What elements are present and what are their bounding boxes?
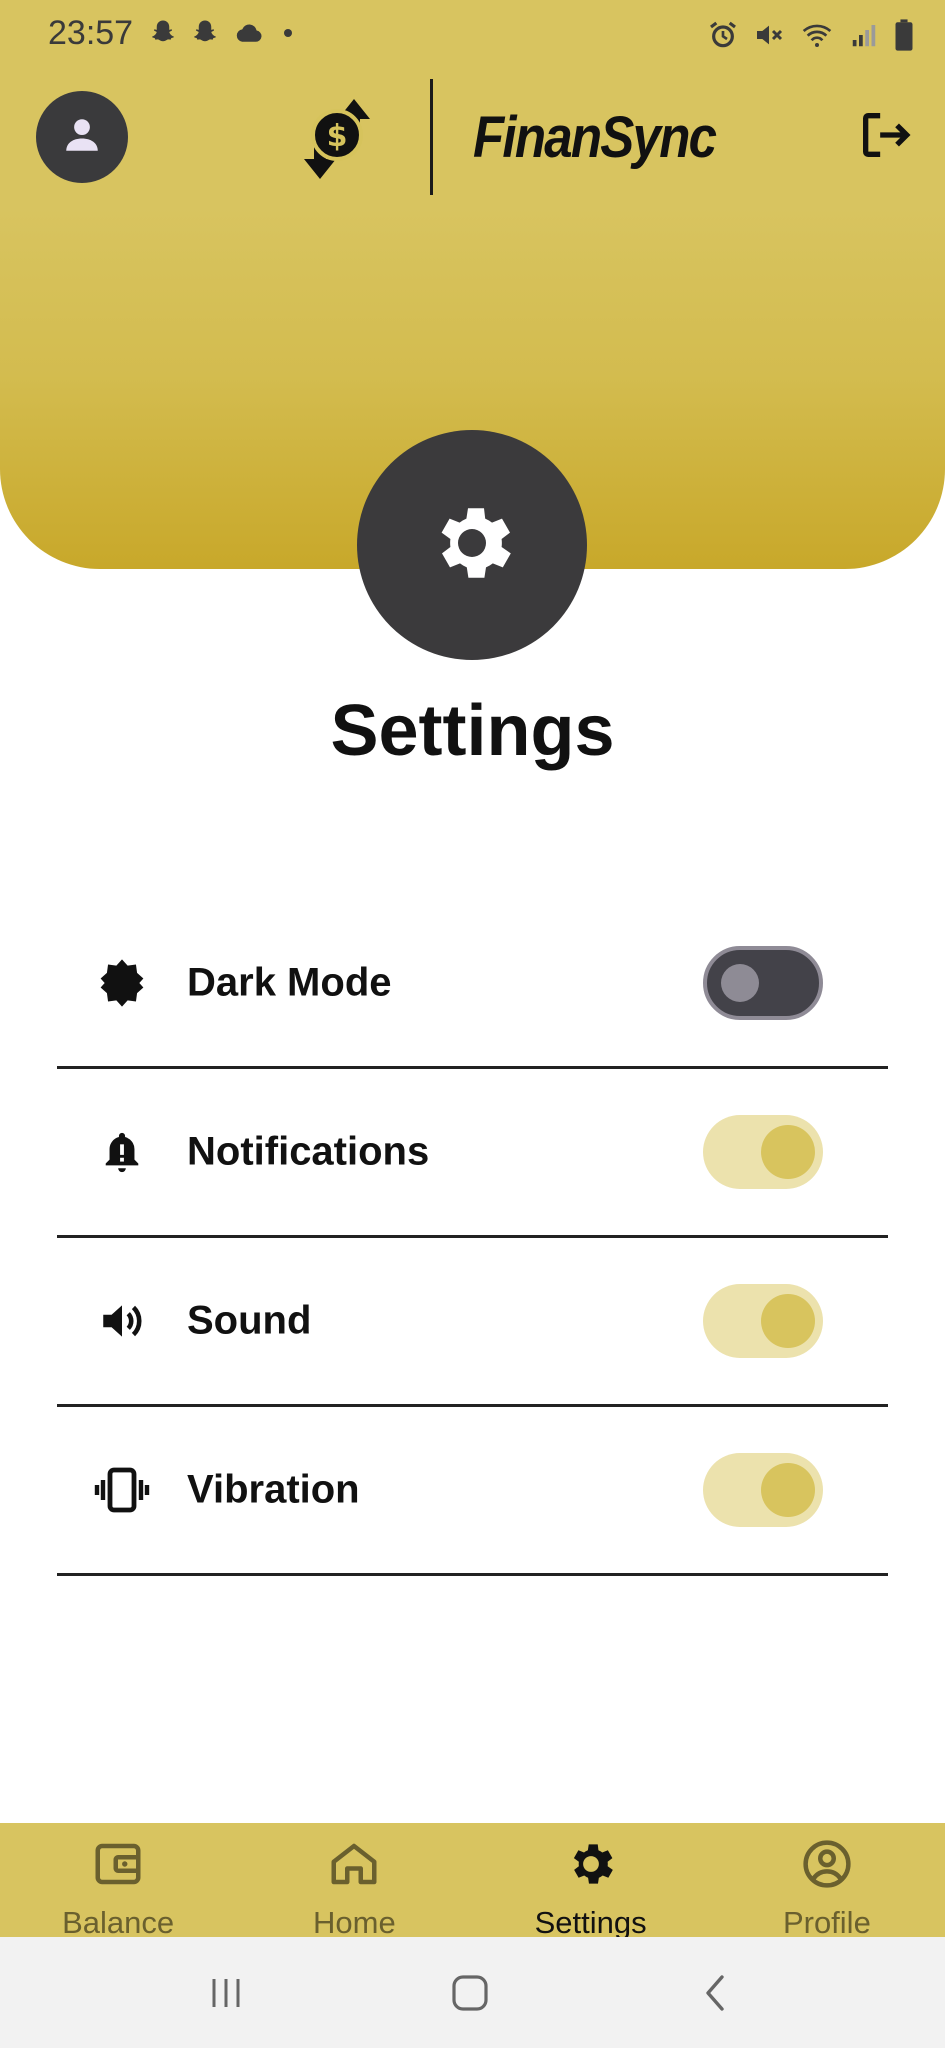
setting-label: Sound xyxy=(187,1298,312,1343)
setting-row-sound: Sound xyxy=(57,1238,888,1407)
setting-label: Dark Mode xyxy=(187,960,392,1005)
setting-row-dark-mode: Dark Mode xyxy=(57,900,888,1069)
nav-label: Home xyxy=(313,1905,396,1940)
svg-text:$: $ xyxy=(327,119,348,154)
cloud-icon xyxy=(232,18,266,48)
snapchat-icon xyxy=(190,18,220,48)
vibration-toggle[interactable] xyxy=(703,1453,823,1527)
toggle-knob xyxy=(721,964,759,1002)
logout-icon xyxy=(856,113,914,168)
sound-toggle[interactable] xyxy=(703,1284,823,1358)
back-button[interactable] xyxy=(692,1969,740,2017)
logout-button[interactable] xyxy=(856,106,918,168)
settings-badge xyxy=(357,430,587,660)
snapchat-icon xyxy=(148,18,178,48)
gear-icon xyxy=(424,495,520,596)
wifi-icon xyxy=(799,19,835,51)
mute-icon xyxy=(753,19,785,51)
setting-row-notifications: Notifications xyxy=(57,1069,888,1238)
gear-icon xyxy=(564,1837,618,1891)
vibration-icon xyxy=(93,1461,151,1519)
status-bar: 23:57 xyxy=(0,0,945,72)
profile-icon xyxy=(800,1837,854,1891)
nav-item-profile[interactable]: Profile xyxy=(709,1823,945,1940)
toggle-knob xyxy=(761,1125,815,1179)
nav-item-settings[interactable]: Settings xyxy=(473,1823,709,1940)
home-button[interactable] xyxy=(446,1969,494,2017)
wallet-icon xyxy=(91,1837,145,1891)
page-title: Settings xyxy=(330,691,615,771)
app-logo: $ FinanSync xyxy=(292,78,748,196)
setting-label: Notifications xyxy=(187,1129,430,1174)
nav-label: Profile xyxy=(782,1905,871,1940)
battery-icon xyxy=(893,18,915,52)
toggle-knob xyxy=(761,1463,815,1517)
dark-mode-toggle[interactable] xyxy=(703,946,823,1020)
home-icon xyxy=(327,1837,381,1891)
nav-label: Balance xyxy=(62,1905,175,1940)
app-name: FinanSync xyxy=(473,104,717,170)
status-time: 23:57 xyxy=(48,14,134,52)
toggle-knob xyxy=(761,1294,815,1348)
bottom-navigation: Balance Home Settings Profile xyxy=(0,1823,945,1940)
logo-divider xyxy=(430,79,433,195)
nav-item-balance[interactable]: Balance xyxy=(0,1823,236,1940)
user-icon xyxy=(61,114,103,161)
brightness-icon xyxy=(93,954,151,1012)
settings-list: Dark Mode Notifications Sound Vibration xyxy=(57,900,888,1576)
notifications-toggle[interactable] xyxy=(703,1115,823,1189)
signal-icon xyxy=(849,19,879,51)
recents-button[interactable] xyxy=(202,1969,250,2017)
system-navigation-bar xyxy=(0,1937,945,2048)
dot-icon xyxy=(278,18,298,48)
alarm-icon xyxy=(707,19,739,51)
avatar-button[interactable] xyxy=(36,91,128,183)
dollar-exchange-icon: $ xyxy=(292,89,388,185)
setting-label: Vibration xyxy=(187,1467,360,1512)
bell-alert-icon xyxy=(93,1123,151,1181)
nav-label: Settings xyxy=(534,1905,647,1940)
nav-item-home[interactable]: Home xyxy=(236,1823,472,1940)
speaker-icon xyxy=(93,1292,151,1350)
setting-row-vibration: Vibration xyxy=(57,1407,888,1576)
